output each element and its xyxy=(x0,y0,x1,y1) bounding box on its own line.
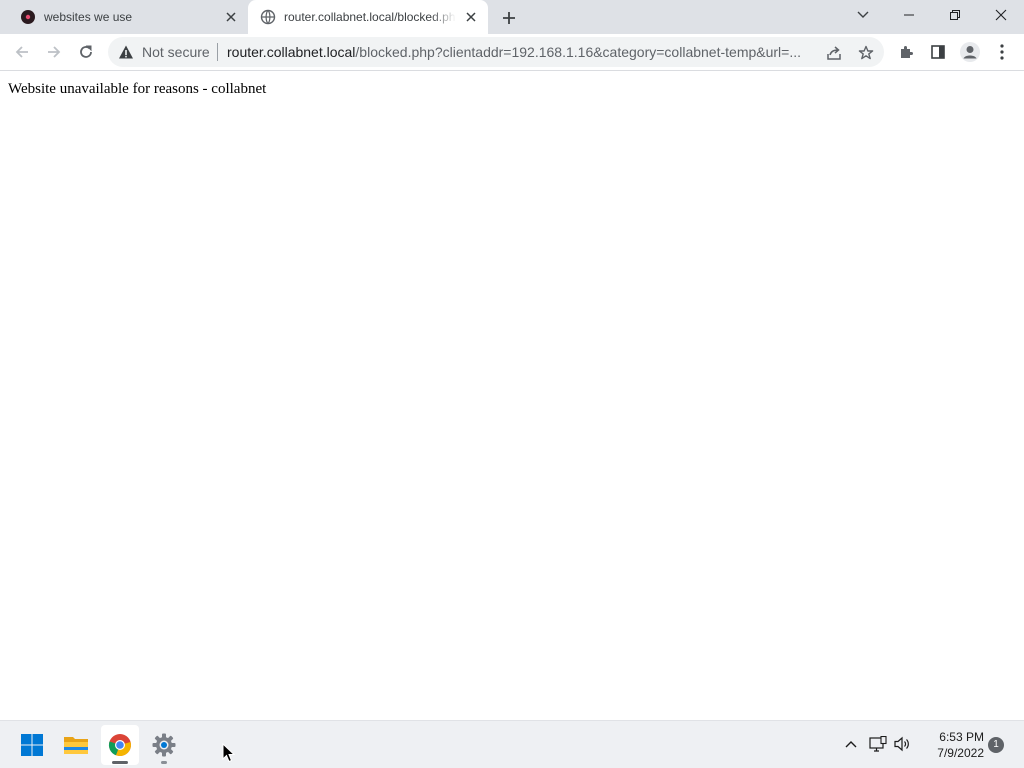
security-label[interactable]: Not secure xyxy=(142,44,210,60)
close-tab-icon[interactable] xyxy=(222,8,240,26)
share-icon xyxy=(827,46,841,60)
tab-websites-we-use[interactable]: websites we use xyxy=(8,0,248,34)
forward-arrow-icon xyxy=(48,46,61,58)
speaker-icon xyxy=(894,736,909,752)
back-arrow-icon xyxy=(15,46,28,58)
restore-icon xyxy=(950,10,960,20)
bookmark-button[interactable] xyxy=(854,41,878,65)
restore-button[interactable] xyxy=(932,0,978,30)
close-tab-icon[interactable] xyxy=(462,8,480,26)
side-panel-button[interactable] xyxy=(924,38,952,66)
side-panel-icon xyxy=(931,45,945,59)
dark-circle-icon xyxy=(20,9,36,25)
windows-start-icon xyxy=(21,734,43,756)
avatar-icon xyxy=(960,42,980,62)
minimize-button[interactable] xyxy=(886,0,932,30)
volume-button[interactable] xyxy=(892,733,914,755)
page-content: Website unavailable for reasons - collab… xyxy=(0,72,1024,720)
tab-title: websites we use xyxy=(44,10,133,24)
running-indicator xyxy=(161,761,167,764)
reload-icon xyxy=(80,45,92,58)
browser-toolbar: Not secure router.collabnet.local/blocke… xyxy=(0,34,1024,71)
network-icon xyxy=(869,736,887,752)
mouse-cursor-icon xyxy=(222,743,236,763)
start-button[interactable] xyxy=(13,725,51,765)
profile-button[interactable] xyxy=(956,38,984,66)
clock-date: 7/9/2022 xyxy=(937,746,984,760)
reload-button[interactable] xyxy=(72,38,100,66)
blocked-message: Website unavailable for reasons - collab… xyxy=(8,81,267,97)
settings-taskbar-button[interactable] xyxy=(145,725,183,765)
tab-search-button[interactable] xyxy=(840,0,886,30)
settings-icon xyxy=(152,733,176,757)
url-text[interactable]: router.collabnet.local/blocked.php?clien… xyxy=(227,44,813,60)
share-button[interactable] xyxy=(822,41,846,65)
tab-blocked-page[interactable]: router.collabnet.local/blocked.php?clien… xyxy=(248,0,488,34)
close-window-button[interactable] xyxy=(978,0,1024,30)
plus-icon xyxy=(503,12,515,24)
address-bar[interactable]: Not secure router.collabnet.local/blocke… xyxy=(108,37,884,67)
url-path: /blocked.php?clientaddr=192.168.1.16&cat… xyxy=(355,44,802,60)
file-explorer-icon xyxy=(64,737,88,754)
star-icon xyxy=(858,45,874,60)
notification-badge[interactable]: 1 xyxy=(988,737,1004,753)
kebab-menu-icon xyxy=(1000,44,1004,60)
menu-button[interactable] xyxy=(988,38,1016,66)
active-indicator xyxy=(112,761,128,764)
file-explorer-button[interactable] xyxy=(57,725,95,765)
chrome-taskbar-button[interactable] xyxy=(101,725,139,765)
clock-time: 6:53 PM xyxy=(939,730,984,744)
puzzle-icon xyxy=(901,46,913,58)
url-host: router.collabnet.local xyxy=(227,44,356,60)
close-icon xyxy=(995,9,1007,21)
tab-title: router.collabnet.local/blocked.php?clien… xyxy=(284,10,456,24)
omnibox-separator xyxy=(217,43,218,61)
warning-icon[interactable] xyxy=(118,44,134,60)
new-tab-button[interactable] xyxy=(496,5,522,31)
taskbar: 6:53 PM 7/9/2022 1 xyxy=(0,720,1024,768)
chrome-icon xyxy=(108,734,131,757)
network-button[interactable] xyxy=(867,733,889,755)
system-clock[interactable]: 6:53 PM 7/9/2022 xyxy=(918,729,984,761)
tab-search-icon xyxy=(857,11,869,18)
tab-strip: websites we use router.collabnet.local/b… xyxy=(0,0,1024,34)
extensions-button[interactable] xyxy=(892,38,920,66)
chevron-up-icon xyxy=(845,741,857,748)
back-button[interactable] xyxy=(8,38,36,66)
show-hidden-icons-button[interactable] xyxy=(840,733,862,755)
minimize-icon xyxy=(904,14,914,16)
forward-button[interactable] xyxy=(40,38,68,66)
globe-icon xyxy=(260,9,276,25)
